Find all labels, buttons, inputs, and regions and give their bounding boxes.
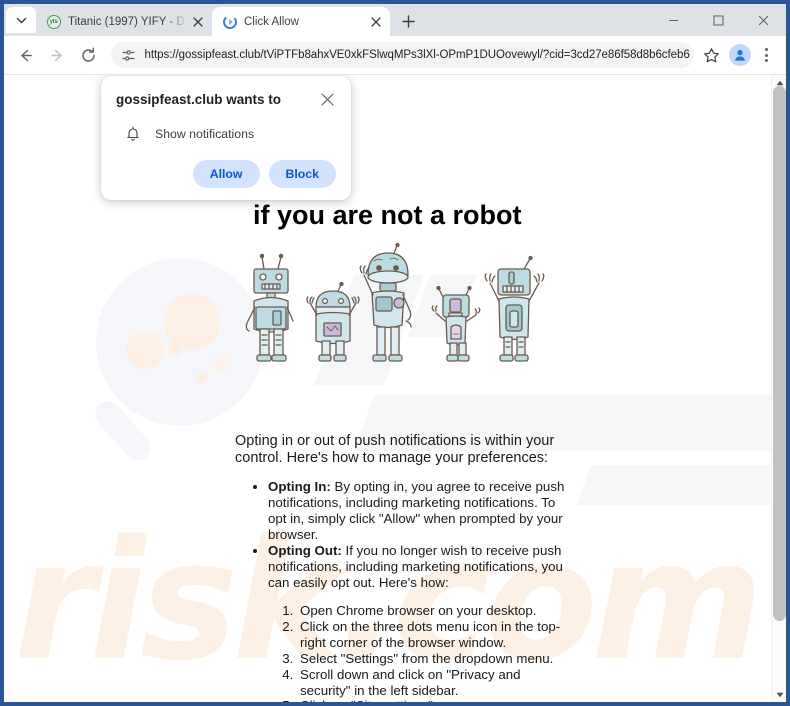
close-icon xyxy=(758,15,769,25)
browser-toolbar: https://gossipfeast.club/tViPTFb8ahxVE0x… xyxy=(4,36,786,74)
yts-favicon-label: yts xyxy=(46,14,61,29)
bullet-lead: Opting Out: xyxy=(268,543,342,559)
bookmark-button[interactable] xyxy=(700,43,724,67)
minimize-icon xyxy=(669,19,678,21)
close-icon xyxy=(371,16,381,27)
arrow-right-icon xyxy=(51,49,62,61)
scroll-up-arrow-icon xyxy=(776,80,783,85)
list-item: Scroll down and click on "Privacy and se… xyxy=(297,667,565,699)
list-item: Click on the three dots menu icon in the… xyxy=(297,619,565,651)
options-list: Opting In: By opting in, you agree to re… xyxy=(235,479,565,591)
page-viewport: risk.com if you are not a robot Opting i… xyxy=(4,74,786,702)
tab-click-allow[interactable]: Click Allow xyxy=(212,7,390,36)
three-dots-menu-button[interactable] xyxy=(756,41,778,69)
list-item: Opting Out: If you no longer wish to rec… xyxy=(268,543,565,590)
scrollbar-thumb[interactable] xyxy=(773,86,786,621)
list-item: Opting In: By opting in, you agree to re… xyxy=(268,479,565,542)
site-settings-icon[interactable] xyxy=(119,45,139,65)
tab-titanic[interactable]: yts Titanic (1997) YIFY - Download xyxy=(36,7,212,36)
menu-dot xyxy=(765,48,769,51)
tab-title: Titanic (1997) YIFY - Download xyxy=(68,15,186,28)
profile-avatar-icon xyxy=(734,50,746,61)
tab-strip: yts Titanic (1997) YIFY - Download Click… xyxy=(4,4,786,36)
permission-row: Show notifications xyxy=(123,126,336,142)
bell-icon xyxy=(123,126,143,142)
tab-title: Click Allow xyxy=(244,15,299,28)
address-bar[interactable]: https://gossipfeast.club/tViPTFb8ahxVE0x… xyxy=(110,42,694,68)
scroll-down-arrow-icon xyxy=(776,692,783,697)
intro-paragraph: Opting in or out of push notifications i… xyxy=(235,432,555,467)
new-tab-button[interactable] xyxy=(394,7,422,35)
back-button[interactable] xyxy=(13,41,39,69)
five-robots-illustration xyxy=(245,242,545,362)
list-item: Open Chrome browser on your desktop. xyxy=(297,603,565,619)
tab-close-button[interactable] xyxy=(190,14,206,30)
click-allow-icon xyxy=(222,14,237,29)
star-icon xyxy=(704,47,720,62)
chevron-down-icon xyxy=(16,17,26,23)
permission-label: Show notifications xyxy=(155,127,255,142)
minimize-button[interactable] xyxy=(651,4,696,36)
tab-close-button[interactable] xyxy=(368,14,384,30)
dialog-header: gossipfeast.club wants to xyxy=(116,92,336,108)
bullet-lead: Opting In: xyxy=(268,479,331,495)
close-window-button[interactable] xyxy=(741,4,786,36)
forward-button[interactable] xyxy=(45,41,71,69)
window-controls xyxy=(651,4,786,36)
plus-icon xyxy=(401,14,415,28)
reload-icon xyxy=(82,47,96,62)
menu-dot xyxy=(765,53,769,57)
reload-button[interactable] xyxy=(76,41,102,69)
profile-avatar[interactable] xyxy=(728,44,751,66)
block-button[interactable]: Block xyxy=(268,160,336,189)
yts-icon: yts xyxy=(46,14,61,29)
close-icon xyxy=(320,92,334,106)
arrow-left-icon xyxy=(21,49,32,61)
allow-button[interactable]: Allow xyxy=(192,160,260,189)
notification-permission-dialog[interactable]: gossipfeast.club wants to Show notificat… xyxy=(101,76,351,201)
steps-list: Open Chrome browser on your desktop. Cli… xyxy=(235,603,565,702)
scroll-down-button[interactable] xyxy=(772,687,786,702)
dialog-title: gossipfeast.club wants to xyxy=(116,92,282,107)
menu-dot xyxy=(765,59,769,62)
page-scrollbar[interactable] xyxy=(771,75,786,702)
list-item: Click on "Site settings". xyxy=(297,698,565,702)
close-icon xyxy=(193,16,203,27)
maximize-icon xyxy=(713,15,724,25)
tab-search-button[interactable] xyxy=(6,7,36,33)
url-text[interactable]: https://gossipfeast.club/tViPTFb8ahxVE0x… xyxy=(145,49,690,61)
browser-window: yts Titanic (1997) YIFY - Download Click… xyxy=(0,0,790,706)
dialog-close-button[interactable] xyxy=(318,90,336,108)
maximize-button[interactable] xyxy=(696,4,741,36)
page-headline: if you are not a robot xyxy=(253,200,522,230)
dialog-actions: Allow Block xyxy=(116,160,336,189)
list-item: Select "Settings" from the dropdown menu… xyxy=(297,651,565,667)
